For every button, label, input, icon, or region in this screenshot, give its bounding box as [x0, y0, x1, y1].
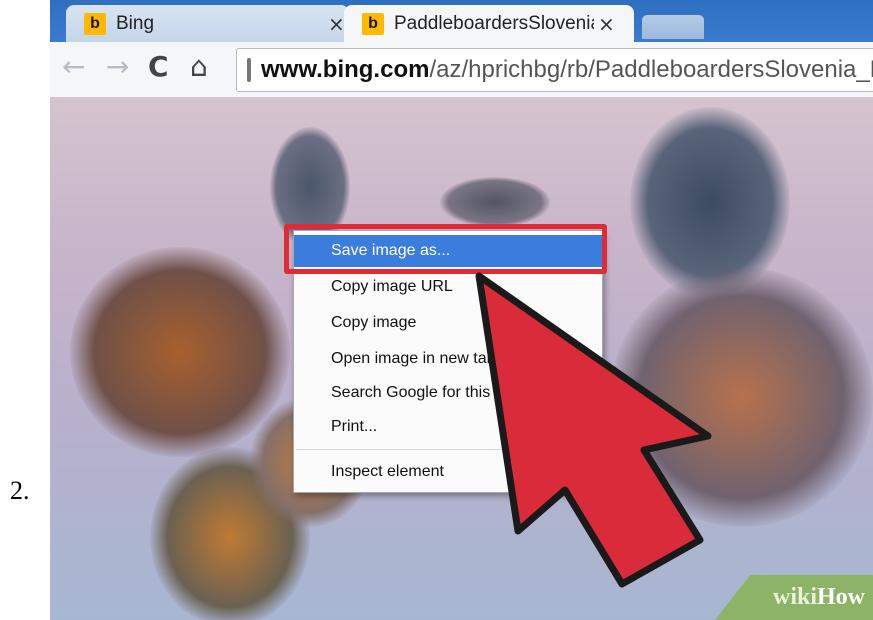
- step-number: 2.: [10, 476, 30, 505]
- watermark-wiki: wiki: [772, 584, 817, 610]
- watermark-how: How: [817, 584, 865, 610]
- browser-screenshot: b Bing × b PaddleboardersSlovenia_R × ← …: [50, 0, 873, 620]
- pointer-arrow-icon: [475, 272, 712, 588]
